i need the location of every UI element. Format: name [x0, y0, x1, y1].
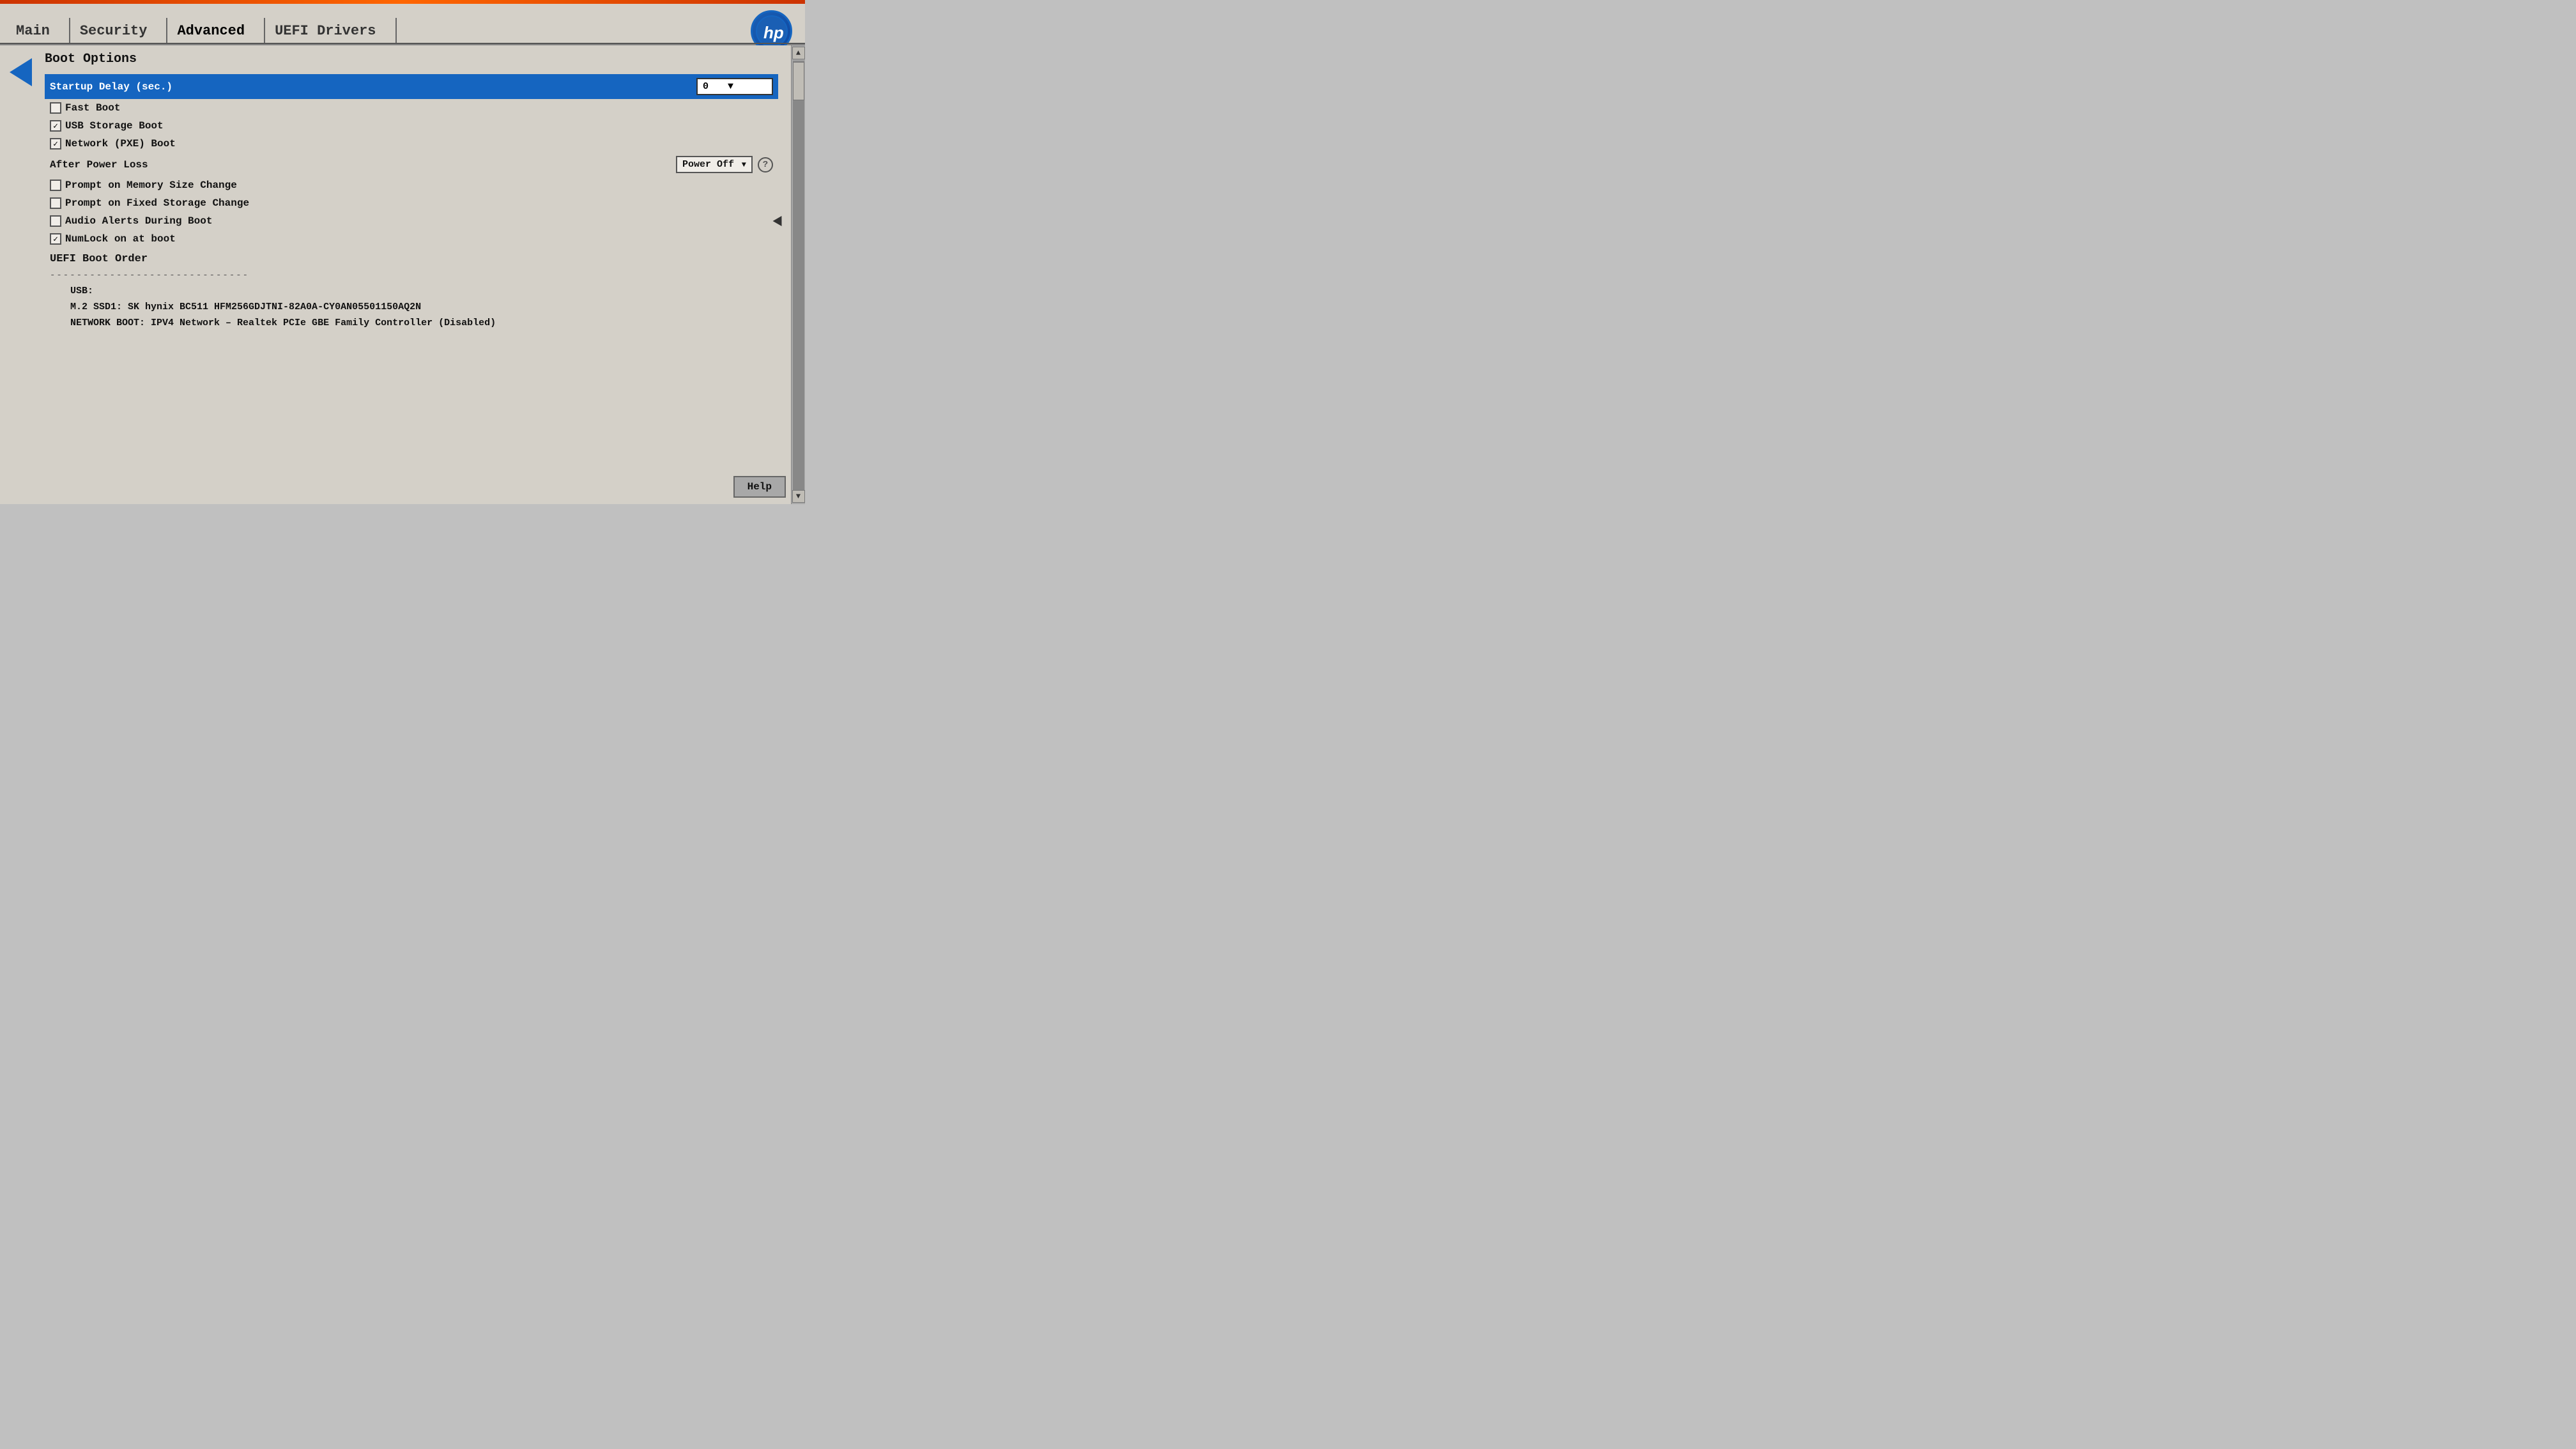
back-button[interactable]	[10, 58, 32, 86]
boot-order-divider: ------------------------------	[45, 268, 778, 283]
nav-area: Main Security Advanced UEFI Drivers hp H…	[0, 4, 805, 45]
audio-alerts-checkbox[interactable]	[50, 215, 61, 227]
tab-advanced[interactable]: Advanced	[167, 18, 265, 44]
scroll-up-icon: ▲	[796, 49, 801, 57]
help-button[interactable]: Help	[733, 476, 786, 498]
main-content: Boot Options Startup Delay (sec.) 0 ▼ Fa…	[0, 45, 805, 504]
numlock-label: NumLock on at boot	[65, 233, 176, 245]
settings-list: Startup Delay (sec.) 0 ▼ Fast Boot USB S…	[45, 74, 778, 331]
network-pxe-boot-checkbox[interactable]	[50, 138, 61, 150]
fast-boot-label: Fast Boot	[65, 102, 120, 114]
tab-uefi-drivers[interactable]: UEFI Drivers	[265, 18, 396, 44]
usb-storage-boot-label: USB Storage Boot	[65, 120, 164, 132]
after-power-loss-help-icon[interactable]: ?	[758, 157, 773, 172]
prompt-storage-checkbox[interactable]	[50, 197, 61, 209]
fast-boot-row[interactable]: Fast Boot	[45, 99, 778, 117]
scroll-thumb[interactable]	[793, 62, 804, 100]
scroll-track	[793, 61, 804, 502]
content-panel: Boot Options Startup Delay (sec.) 0 ▼ Fa…	[45, 52, 791, 504]
after-power-loss-dropdown[interactable]: Power Off ▼	[676, 156, 753, 173]
page-title: Boot Options	[45, 52, 778, 66]
power-loss-dropdown-arrow-icon: ▼	[742, 160, 746, 169]
prompt-memory-checkbox[interactable]	[50, 180, 61, 191]
audio-alerts-label: Audio Alerts During Boot	[65, 215, 212, 227]
numlock-checkbox[interactable]	[50, 233, 61, 245]
prompt-storage-row[interactable]: Prompt on Fixed Storage Change	[45, 194, 778, 212]
startup-delay-label: Startup Delay (sec.)	[50, 81, 172, 93]
fast-boot-checkbox[interactable]	[50, 102, 61, 114]
prompt-storage-label: Prompt on Fixed Storage Change	[65, 197, 249, 209]
prompt-memory-row[interactable]: Prompt on Memory Size Change	[45, 176, 778, 194]
network-pxe-boot-label: Network (PXE) Boot	[65, 138, 176, 150]
prompt-memory-label: Prompt on Memory Size Change	[65, 180, 237, 191]
startup-delay-dropdown[interactable]: 0 ▼	[696, 78, 773, 95]
scrollbar: ▲ ▼	[791, 45, 805, 504]
tab-main[interactable]: Main	[13, 18, 70, 44]
boot-order-item-network[interactable]: NETWORK BOOT: IPV4 Network – Realtek PCI…	[45, 315, 778, 331]
usb-storage-boot-checkbox[interactable]	[50, 120, 61, 132]
network-pxe-boot-row[interactable]: Network (PXE) Boot	[45, 135, 778, 153]
tab-security[interactable]: Security	[70, 18, 168, 44]
usb-storage-boot-row[interactable]: USB Storage Boot	[45, 117, 778, 135]
dropdown-arrow-icon: ▼	[728, 81, 733, 92]
uefi-boot-order-section: UEFI Boot Order	[45, 248, 778, 268]
numlock-row[interactable]: NumLock on at boot	[45, 230, 778, 248]
svg-text:hp: hp	[763, 23, 784, 42]
boot-order-item-ssd[interactable]: M.2 SSD1: SK hynix BC511 HFM256GDJTNI-82…	[45, 299, 778, 315]
scroll-down-button[interactable]: ▼	[792, 490, 805, 503]
startup-delay-row[interactable]: Startup Delay (sec.) 0 ▼	[45, 74, 778, 99]
after-power-loss-row[interactable]: After Power Loss Power Off ▼ ?	[45, 153, 778, 176]
scroll-up-button[interactable]: ▲	[792, 47, 805, 59]
scroll-down-icon: ▼	[796, 492, 801, 501]
after-power-loss-label: After Power Loss	[50, 159, 148, 171]
boot-order-item-usb[interactable]: USB:	[45, 283, 778, 299]
audio-alerts-row[interactable]: Audio Alerts During Boot	[45, 212, 778, 230]
